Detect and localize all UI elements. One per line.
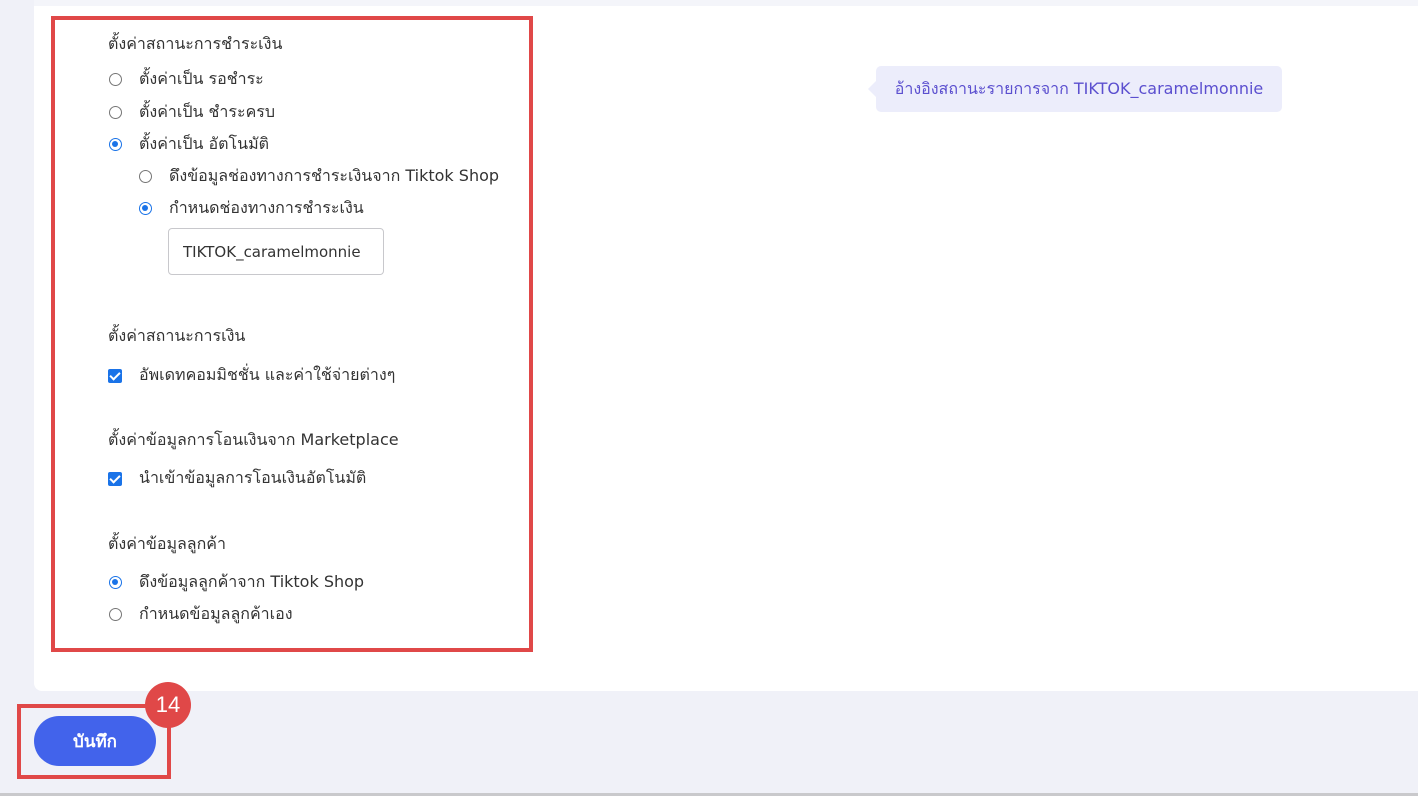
save-button[interactable]: บันทึก bbox=[34, 716, 156, 766]
radio-fetch-customer[interactable] bbox=[109, 576, 122, 589]
customer-info-option-manual[interactable]: กำหนดข้อมูลลูกค้าเอง bbox=[109, 602, 293, 627]
customer-info-option-fetch[interactable]: ดึงข้อมูลลูกค้าจาก Tiktok Shop bbox=[109, 570, 364, 595]
reference-status-tooltip-text: อ้างอิงสถานะรายการจาก TIKTOK_caramelmonn… bbox=[894, 78, 1264, 98]
update-commission-option[interactable]: อัพเดทคอมมิชชั่น และค่าใช้จ่ายต่างๆ bbox=[108, 363, 395, 388]
customer-info-option-fetch-label: ดึงข้อมูลลูกค้าจาก Tiktok Shop bbox=[139, 572, 365, 591]
payment-status-option-auto[interactable]: ตั้งค่าเป็น อัตโนมัติ bbox=[109, 132, 269, 157]
auto-import-transfer-option[interactable]: นำเข้าข้อมูลการโอนเงินอัตโนมัติ bbox=[108, 466, 366, 491]
marketplace-transfer-title: ตั้งค่าข้อมูลการโอนเงินจาก Marketplace bbox=[108, 430, 399, 449]
payment-status-option-pending-label: ตั้งค่าเป็น รอชำระ bbox=[139, 69, 264, 88]
customer-info-title: ตั้งค่าข้อมูลลูกค้า bbox=[108, 534, 226, 553]
radio-fetch-channel[interactable] bbox=[139, 170, 152, 183]
payment-status-option-pending[interactable]: ตั้งค่าเป็น รอชำระ bbox=[109, 67, 264, 92]
update-commission-checkbox[interactable] bbox=[108, 368, 122, 383]
radio-define-channel[interactable] bbox=[139, 202, 152, 215]
payment-status-option-auto-label: ตั้งค่าเป็น อัตโนมัติ bbox=[139, 134, 270, 153]
auto-import-transfer-label: นำเข้าข้อมูลการโอนเงินอัตโนมัติ bbox=[139, 468, 367, 487]
auto-import-transfer-checkbox[interactable] bbox=[108, 471, 122, 486]
payment-channel-option-fetch-label: ดึงข้อมูลช่องทางการชำระเงินจาก Tiktok Sh… bbox=[169, 166, 500, 185]
update-commission-label: อัพเดทคอมมิชชั่น และค่าใช้จ่ายต่างๆ bbox=[139, 365, 396, 384]
radio-manual-customer[interactable] bbox=[109, 608, 122, 621]
reference-status-tooltip: อ้างอิงสถานะรายการจาก TIKTOK_caramelmonn… bbox=[868, 66, 1282, 112]
payment-status-option-paid-label: ตั้งค่าเป็น ชำระครบ bbox=[139, 102, 276, 121]
finance-status-title: ตั้งค่าสถานะการเงิน bbox=[108, 326, 246, 345]
customer-info-option-manual-label: กำหนดข้อมูลลูกค้าเอง bbox=[139, 604, 293, 623]
radio-paid[interactable] bbox=[109, 106, 122, 119]
payment-channel-option-define[interactable]: กำหนดช่องทางการชำระเงิน bbox=[139, 196, 364, 221]
payment-channel-option-fetch[interactable]: ดึงข้อมูลช่องทางการชำระเงินจาก Tiktok Sh… bbox=[139, 164, 499, 189]
radio-pending[interactable] bbox=[109, 73, 122, 86]
payment-status-option-paid[interactable]: ตั้งค่าเป็น ชำระครบ bbox=[109, 100, 275, 125]
step-number-badge: 14 bbox=[145, 682, 191, 728]
payment-channel-input[interactable] bbox=[168, 228, 384, 275]
radio-auto[interactable] bbox=[109, 138, 122, 151]
payment-channel-option-define-label: กำหนดช่องทางการชำระเงิน bbox=[169, 198, 364, 217]
card-top-strip bbox=[34, 0, 1418, 6]
payment-status-title: ตั้งค่าสถานะการชำระเงิน bbox=[108, 34, 283, 53]
